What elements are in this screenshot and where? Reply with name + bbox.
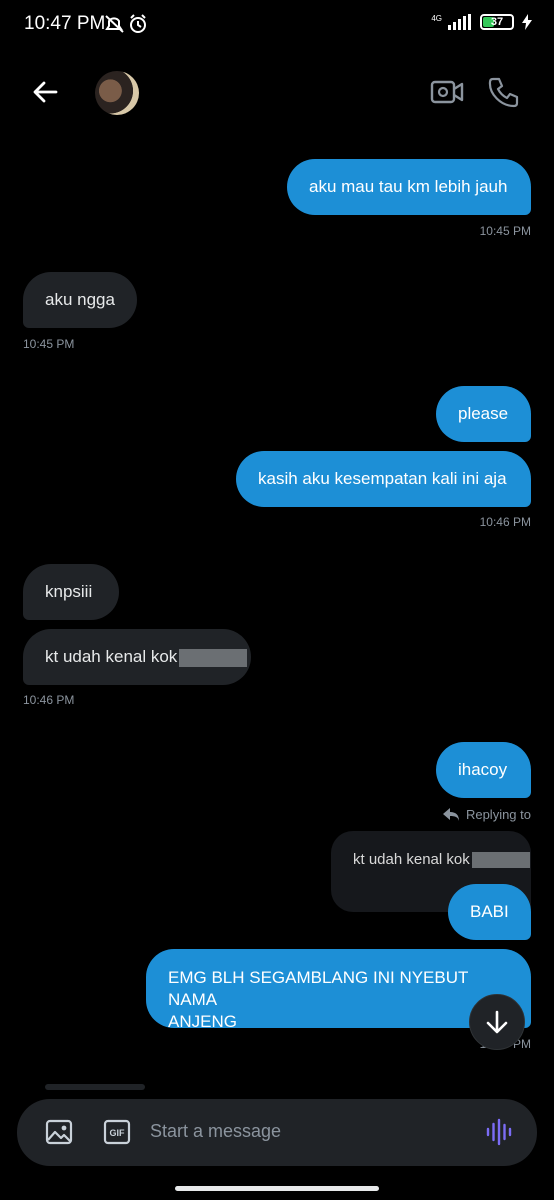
mute-bell-icon [105,14,146,33]
message-timestamp: 10:46 PM [23,693,75,707]
video-call-icon[interactable] [430,78,464,106]
signal-icon [448,14,471,30]
phone-call-icon[interactable] [487,76,519,108]
message-received[interactable]: knpsiii [23,564,119,620]
status-time: 10:47 PM [24,13,106,34]
battery-level: 37 [490,16,504,28]
quoted-text: kt udah kenal kok [353,851,470,868]
message-timestamp: 10:45 PM [23,337,75,351]
message-timestamp: 10:46 PM [479,515,531,529]
message-sent[interactable]: kasih aku kesempatan kali ini aja [236,451,531,507]
redacted-block [471,852,530,869]
message-sent[interactable]: BABI [448,884,531,940]
voice-message-icon[interactable] [485,1118,513,1146]
gif-icon[interactable]: GIF [103,1118,131,1146]
network-label: 4G [431,14,442,23]
redacted-block [179,648,248,667]
message-sent[interactable]: ihacoy [436,742,531,798]
message-input[interactable]: Start a message [150,1121,281,1142]
status-bar: 10:47 PM 4G 37 [0,0,554,50]
status-right-icons: 4G 37 [431,14,532,30]
message-sent[interactable]: aku mau tau km lebih jauh [287,159,531,215]
arrow-down-icon [486,1010,508,1034]
svg-text:GIF: GIF [110,1128,126,1138]
message-composer: GIF Start a message [17,1099,537,1166]
message-text-line1: EMG BLH SEGAMBLANG INI NYEBUT NAMA [168,968,469,1009]
message-received[interactable]: kt udah kenal kok [23,629,251,685]
reply-label: Replying to [465,806,531,822]
battery-icon: 37 [480,14,514,30]
status-left-icons [104,13,150,40]
message-sent[interactable]: please [436,386,531,442]
message-timestamp: 10:45 PM [479,224,531,238]
message-text-line2: ANJENG [168,1012,237,1031]
next-message-peek [45,1084,145,1090]
scroll-to-bottom-button[interactable] [469,994,525,1050]
reply-indicator: Replying to [442,806,531,822]
charging-icon [522,14,532,30]
message-text: kt udah kenal kok [45,647,178,666]
back-arrow-icon[interactable] [30,76,62,108]
avatar[interactable] [95,71,139,115]
reply-arrow-icon [442,808,459,821]
message-received[interactable]: aku ngga [23,272,137,328]
image-icon[interactable] [45,1118,73,1146]
home-indicator[interactable] [175,1186,379,1191]
